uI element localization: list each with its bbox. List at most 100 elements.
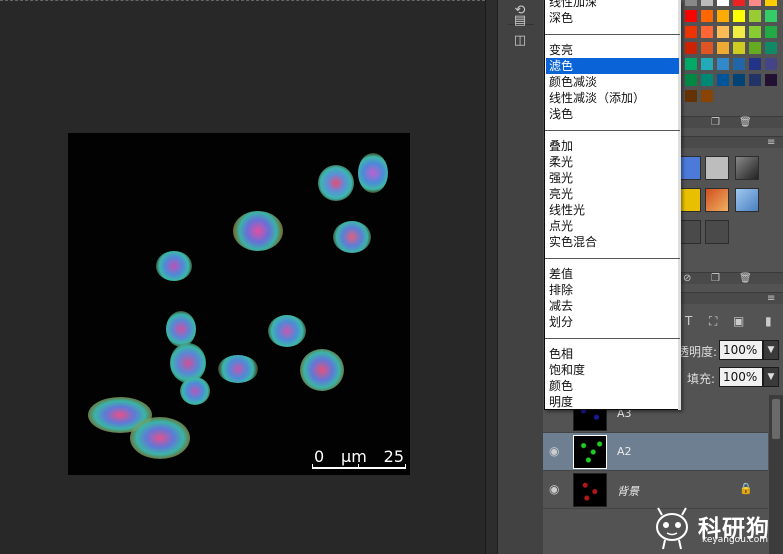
panel-menu-icon[interactable]: ≡ bbox=[767, 137, 775, 149]
fill-input[interactable]: 100% bbox=[719, 367, 763, 387]
opacity-row: 透明度: 100% ▼ bbox=[677, 340, 783, 364]
style-swatch[interactable] bbox=[705, 156, 729, 180]
new-swatch-icon[interactable]: ❐ bbox=[711, 117, 720, 129]
color-swatch[interactable] bbox=[701, 90, 713, 102]
color-swatch[interactable] bbox=[717, 74, 729, 86]
blend-mode-item[interactable]: 深色 bbox=[546, 10, 679, 26]
color-swatch[interactable] bbox=[749, 26, 761, 38]
color-swatch[interactable] bbox=[749, 42, 761, 54]
style-swatch[interactable] bbox=[705, 188, 729, 212]
blend-mode-item[interactable]: 颜色减淡 bbox=[546, 74, 679, 90]
style-swatch[interactable] bbox=[705, 220, 729, 244]
shape-filter-icon[interactable]: ⛶ bbox=[709, 314, 717, 329]
color-swatch[interactable] bbox=[685, 10, 697, 22]
blend-mode-item[interactable]: 线性光 bbox=[546, 202, 679, 218]
no-style-icon[interactable]: ⊘ bbox=[683, 273, 691, 285]
document-canvas-area[interactable]: 0 µm 25 bbox=[0, 0, 485, 554]
microscopy-image[interactable]: 0 µm 25 bbox=[68, 133, 410, 475]
blend-mode-item[interactable]: 强光 bbox=[546, 170, 679, 186]
character-icon[interactable]: ▤ bbox=[510, 12, 530, 30]
color-swatch[interactable] bbox=[733, 0, 745, 6]
color-swatch[interactable] bbox=[733, 42, 745, 54]
blend-mode-item[interactable]: 柔光 bbox=[546, 154, 679, 170]
color-swatch[interactable] bbox=[717, 42, 729, 54]
layer-row[interactable]: ◉ 背景 🔒 bbox=[543, 471, 768, 509]
fill-dropdown-icon[interactable]: ▼ bbox=[763, 367, 779, 387]
scale-min-label: 0 bbox=[314, 447, 325, 466]
styles-footer: ⊘ ❐ 🗑 bbox=[681, 272, 783, 284]
color-swatch[interactable] bbox=[733, 58, 745, 70]
filter-toggle-icon[interactable]: ▮ bbox=[765, 314, 772, 328]
color-swatch[interactable] bbox=[765, 26, 777, 38]
blend-mode-item[interactable]: 划分 bbox=[546, 314, 679, 330]
color-swatch[interactable] bbox=[765, 74, 777, 86]
blend-mode-item[interactable]: 明度 bbox=[546, 394, 679, 410]
blend-mode-item[interactable]: 饱和度 bbox=[546, 362, 679, 378]
color-swatch[interactable] bbox=[717, 0, 729, 6]
color-swatch[interactable] bbox=[749, 0, 761, 6]
blend-mode-item[interactable]: 差值 bbox=[546, 266, 679, 282]
color-swatch[interactable] bbox=[701, 10, 713, 22]
color-swatch[interactable] bbox=[685, 26, 697, 38]
color-swatch[interactable] bbox=[765, 58, 777, 70]
color-swatch[interactable] bbox=[701, 0, 713, 6]
blend-mode-item[interactable]: 排除 bbox=[546, 282, 679, 298]
color-swatch[interactable] bbox=[717, 10, 729, 22]
cell bbox=[268, 315, 306, 347]
layer-thumbnail bbox=[573, 473, 607, 507]
style-swatch[interactable] bbox=[735, 156, 759, 180]
blend-mode-item[interactable]: 色相 bbox=[546, 346, 679, 362]
blend-mode-item[interactable]: 变亮 bbox=[546, 42, 679, 58]
new-style-icon[interactable]: ❐ bbox=[711, 273, 720, 285]
color-swatch[interactable] bbox=[685, 58, 697, 70]
color-swatch[interactable] bbox=[765, 0, 777, 6]
blend-mode-item[interactable]: 颜色 bbox=[546, 378, 679, 394]
style-swatch[interactable] bbox=[735, 188, 759, 212]
color-swatch[interactable] bbox=[701, 74, 713, 86]
color-swatch[interactable] bbox=[765, 10, 777, 22]
color-swatch[interactable] bbox=[701, 26, 713, 38]
document-scroll-edge[interactable] bbox=[485, 0, 497, 554]
layer-name[interactable]: 背景 bbox=[617, 483, 639, 499]
color-swatch[interactable] bbox=[765, 42, 777, 54]
blend-mode-item[interactable]: 减去 bbox=[546, 298, 679, 314]
cell bbox=[166, 311, 196, 347]
eye-icon[interactable]: ◉ bbox=[549, 445, 565, 457]
color-swatch[interactable] bbox=[701, 42, 713, 54]
panel-menu-icon[interactable]: ≡ bbox=[767, 293, 775, 305]
trash-icon[interactable]: 🗑 bbox=[739, 117, 752, 129]
color-swatch[interactable] bbox=[685, 90, 697, 102]
blend-mode-item[interactable]: 亮光 bbox=[546, 186, 679, 202]
properties-icon[interactable]: ◫ bbox=[510, 32, 530, 50]
color-swatch[interactable] bbox=[685, 74, 697, 86]
color-swatch[interactable] bbox=[733, 26, 745, 38]
color-swatch[interactable] bbox=[733, 74, 745, 86]
blend-mode-item[interactable]: 线性加深 bbox=[546, 0, 679, 10]
opacity-input[interactable]: 100% bbox=[719, 340, 763, 360]
color-swatch[interactable] bbox=[717, 58, 729, 70]
color-swatch[interactable] bbox=[717, 26, 729, 38]
color-swatch[interactable] bbox=[701, 58, 713, 70]
blend-mode-item[interactable]: 实色混合 bbox=[546, 234, 679, 250]
type-filter-icon[interactable]: T bbox=[685, 314, 692, 328]
trash-icon[interactable]: 🗑 bbox=[739, 273, 752, 285]
blend-mode-item[interactable]: 点光 bbox=[546, 218, 679, 234]
smart-object-filter-icon[interactable]: ▣ bbox=[733, 314, 744, 328]
swatches-footer: ❐ 🗑 bbox=[681, 116, 783, 128]
blend-mode-item[interactable]: 线性减淡（添加） bbox=[546, 90, 679, 106]
layer-row[interactable]: ◉ A2 bbox=[543, 433, 768, 471]
color-swatch[interactable] bbox=[749, 74, 761, 86]
cell bbox=[156, 251, 192, 281]
color-swatch[interactable] bbox=[733, 10, 745, 22]
color-swatch[interactable] bbox=[749, 10, 761, 22]
eye-icon[interactable]: ◉ bbox=[549, 483, 565, 495]
blend-mode-item[interactable]: 叠加 bbox=[546, 138, 679, 154]
blend-mode-item[interactable]: 滤色 bbox=[546, 58, 679, 74]
color-swatch[interactable] bbox=[749, 58, 761, 70]
color-swatch[interactable] bbox=[685, 0, 697, 6]
opacity-dropdown-icon[interactable]: ▼ bbox=[763, 340, 779, 360]
blend-mode-item[interactable]: 浅色 bbox=[546, 106, 679, 122]
layer-name[interactable]: A2 bbox=[617, 445, 632, 458]
scrollbar-thumb[interactable] bbox=[772, 399, 780, 439]
color-swatch[interactable] bbox=[685, 42, 697, 54]
